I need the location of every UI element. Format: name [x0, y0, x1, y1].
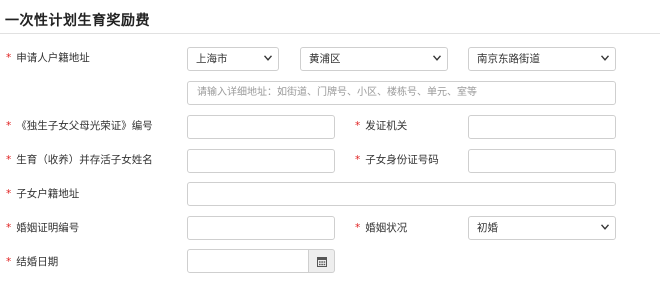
child-name-label: * 生育（收养）并存活子女姓名	[6, 154, 153, 166]
title-divider	[0, 33, 660, 34]
city-select[interactable]: 上海市	[187, 47, 279, 71]
marital-status-select[interactable]: 初婚	[468, 216, 616, 240]
required-mark: *	[6, 52, 12, 64]
marriage-cert-label: * 婚姻证明编号	[6, 222, 80, 234]
street-select[interactable]: 南京东路街道	[468, 47, 616, 71]
address-detail-input[interactable]: 请输入详细地址：如街道、门牌号、小区、楼栋号、单元、室等	[187, 81, 616, 105]
issuing-authority-input[interactable]	[468, 115, 616, 139]
marriage-cert-input[interactable]	[187, 216, 335, 240]
child-name-input[interactable]	[187, 149, 335, 173]
wedding-date-label: * 结婚日期	[6, 256, 59, 268]
child-id-input[interactable]	[468, 149, 616, 173]
child-id-label: * 子女身份证号码	[355, 154, 439, 166]
child-address-label: * 子女户籍地址	[6, 188, 80, 200]
marital-status-label: * 婚姻状况	[355, 222, 408, 234]
chevron-down-icon	[264, 55, 272, 61]
calendar-button[interactable]	[309, 249, 335, 273]
certificate-no-label: * 《独生子女父母光荣证》编号	[6, 120, 153, 132]
wedding-date-input[interactable]	[187, 249, 309, 273]
certificate-no-input[interactable]	[187, 115, 335, 139]
chevron-down-icon	[433, 55, 441, 61]
child-address-input[interactable]	[187, 182, 616, 206]
calendar-icon	[317, 257, 327, 267]
district-select[interactable]: 黄浦区	[300, 47, 448, 71]
issuing-authority-label: * 发证机关	[355, 120, 408, 132]
chevron-down-icon	[601, 55, 609, 61]
chevron-down-icon	[601, 224, 609, 230]
page-title: 一次性计划生育奖励费	[5, 13, 150, 29]
address-label: * 申请人户籍地址	[6, 52, 90, 64]
